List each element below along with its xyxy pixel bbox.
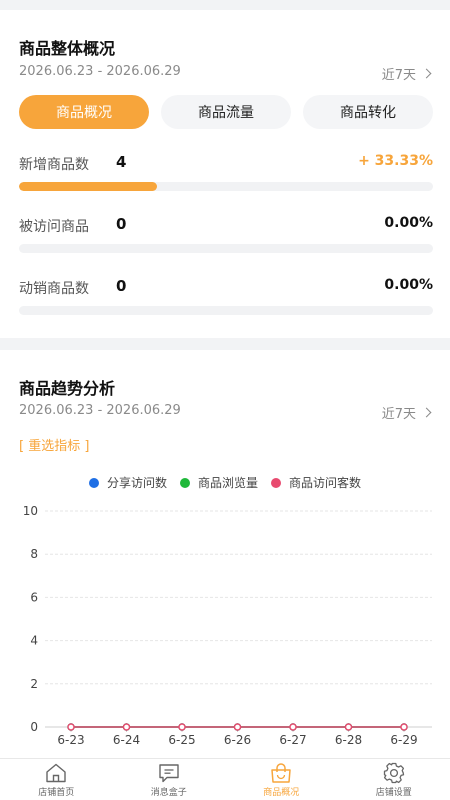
gear-icon [383,762,404,784]
progress-fill [19,182,157,191]
tabbar-item-product-overview[interactable]: 商品概况 [225,759,338,800]
home-icon [46,763,66,783]
overview-period-selector[interactable]: 近7天 [381,64,432,83]
metric-value: 0 [116,277,127,295]
shopping-bag-icon [271,763,291,783]
tabbar-item-message-box[interactable]: 消息盒子 [113,759,226,800]
x-tick-label: 6-23 [57,733,84,747]
trend-period-selector[interactable]: 近7天 [381,403,432,422]
metric-visited-products: 被访问商品 0 0.00% [19,215,433,256]
metric-change: 0.00% [384,277,433,293]
x-tick-label: 6-24 [113,733,140,747]
x-tick-label: 6-26 [224,733,251,747]
trend-card: 商品趋势分析 2026.06.23 - 2026.06.29 近7天 [ 重选指… [0,350,450,758]
legend-item-share-visits[interactable]: 分享访问数 [88,474,167,491]
tab-product-conversion[interactable]: 商品转化 [303,95,433,129]
overview-period-label: 近7天 [381,68,416,83]
legend-item-page-views[interactable]: 商品浏览量 [179,474,258,491]
metric-selling-products: 动销商品数 0 0.00% [19,277,433,318]
trend-date-range: 2026.06.23 - 2026.06.29 [19,403,181,418]
metric-label: 新增商品数 [19,157,89,173]
data-point [233,723,242,731]
overview-card: 商品整体概况 2026.06.23 - 2026.06.29 近7天 商品概况 … [0,10,450,338]
tabbar-item-store-settings[interactable]: 店铺设置 [338,759,450,800]
metric-new-products: 新增商品数 4 + 33.33% [19,153,433,194]
legend-label: 商品浏览量 [197,476,258,490]
reselect-metrics-link[interactable]: [ 重选指标 ] [19,435,89,454]
metric-label: 动销商品数 [19,281,89,297]
tabbar-label: 店铺设置 [375,788,412,798]
data-point [67,723,75,731]
overview-date-range: 2026.06.23 - 2026.06.29 [19,64,181,79]
metric-change: 0.00% [384,215,433,231]
progress-track [19,306,433,315]
y-tick-label: 0 [30,720,38,734]
data-point [289,723,297,731]
metric-change: + 33.33% [358,153,433,169]
y-tick-label: 6 [30,590,38,604]
tab-product-overview[interactable]: 商品概况 [19,95,149,129]
y-tick-label: 2 [30,677,38,691]
metric-value: 4 [116,153,127,171]
tabbar-label: 商品概况 [263,788,300,798]
metric-value: 0 [116,215,127,233]
x-tick-label: 6-27 [279,733,306,747]
overview-tabs: 商品概况 商品流量 商品转化 [19,95,433,129]
progress-track [19,244,433,253]
legend-label: 商品访问客数 [289,476,362,490]
tabbar-label: 消息盒子 [150,788,187,798]
y-tick-label: 4 [30,634,38,648]
chart-legend: 分享访问数 商品浏览量 商品访问客数 [0,474,450,491]
data-point [178,723,186,731]
tab-product-traffic[interactable]: 商品流量 [161,95,291,129]
x-tick-label: 6-28 [335,733,362,747]
data-point [122,723,131,731]
y-tick-label: 8 [30,547,38,561]
chevron-right-icon [421,68,432,79]
overview-title: 商品整体概况 [19,39,116,58]
trend-line-chart: 0 2 4 6 8 10 6-23 6-24 6-25 6-26 6-27 6-28 6-29 [23,504,432,747]
trend-title: 商品趋势分析 [19,379,116,398]
chevron-right-icon [421,407,432,418]
progress-track [19,182,433,191]
message-icon [159,764,179,783]
metric-label: 被访问商品 [19,219,89,235]
data-point [344,723,353,731]
legend-dot [88,477,99,488]
legend-item-unique-visitors[interactable]: 商品访问客数 [271,474,361,491]
tabbar-label: 店铺首页 [38,788,75,798]
trend-period-label: 近7天 [381,407,416,422]
y-tick-label: 10 [23,504,38,518]
legend-dot [271,477,281,488]
data-point [400,723,408,731]
legend-dot [179,477,190,488]
tabbar-item-store-home[interactable]: 店铺首页 [0,759,113,800]
x-tick-label: 6-25 [168,733,195,747]
bottom-tab-bar: 店铺首页 消息盒子 商品概况 店铺设置 [0,758,450,800]
x-tick-label: 6-29 [390,733,417,747]
legend-label: 分享访问数 [106,476,167,490]
